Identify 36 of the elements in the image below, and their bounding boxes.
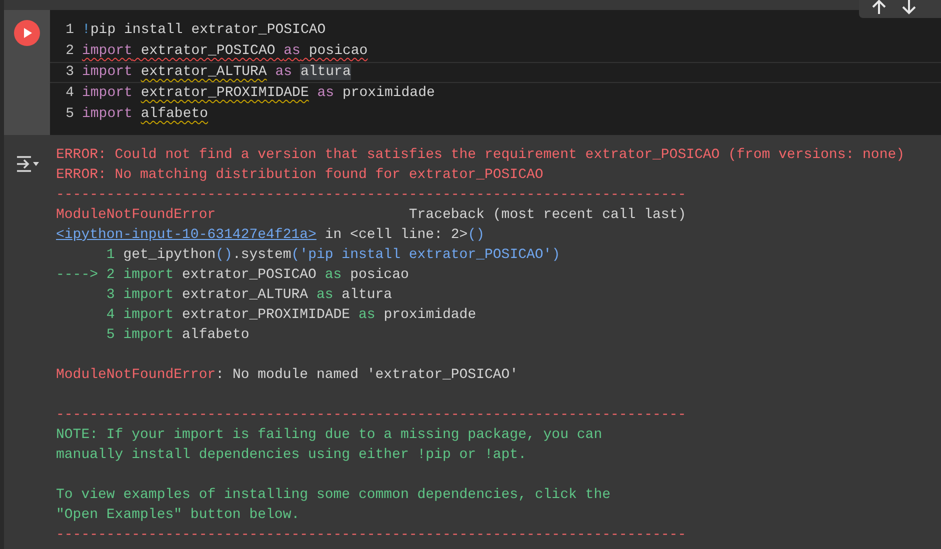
output-line: 1 get_ipython().system('pip install extrator_POSICAO') <box>105 247 560 263</box>
line-number: 2 <box>64 42 75 61</box>
line-number: 3 <box>64 63 75 82</box>
move-down-button[interactable] <box>901 0 917 15</box>
output-line: 5 import alfabeto <box>105 327 250 343</box>
output-menu-icon[interactable] <box>16 155 40 174</box>
code-line: !pip install extrator_POSICAO <box>82 22 326 38</box>
code-line: import extrator_PROXIMIDADE as proximidade <box>82 85 435 101</box>
code-line: import extrator_ALTURA as altura <box>82 64 351 80</box>
output-line: ERROR: No matching distribution found for extrator_POSICAO <box>56 167 544 183</box>
output-line: "Open Examples" button below. <box>56 507 300 523</box>
line-number: 1 <box>64 21 75 40</box>
output-line: manually install dependencies using either !pip or !apt. <box>56 447 526 463</box>
output-text: () <box>468 227 484 243</box>
down-arrow-icon <box>901 0 917 15</box>
move-up-button[interactable] <box>871 0 887 15</box>
code-line: import extrator_POSICAO as posicao <box>82 43 368 59</box>
output-line: To view examples of installing some common dependencies, click the <box>56 487 610 503</box>
up-arrow-icon <box>871 0 887 15</box>
output-line: 3 import extrator_ALTURA as altura <box>105 287 392 303</box>
output-line: --------------------------------------------------------------------------- <box>56 527 686 543</box>
run-button[interactable] <box>14 20 40 46</box>
output-line: 4 import extrator_PROXIMIDADE as proximidade <box>105 307 476 323</box>
traceback-link[interactable]: <ipython-input-10-631427e4f21a> <box>56 227 316 243</box>
output-line: ModuleNotFoundError Traceback (most recent call last) <box>56 207 686 223</box>
line-number: 5 <box>64 105 75 124</box>
output-text: in <cell line: 2> <box>324 227 468 243</box>
output-line: ----> 2 import extrator_POSICAO as posicao <box>56 267 409 283</box>
output-line: ModuleNotFoundError: No module named 'extrator_POSICAO' <box>56 367 518 383</box>
line-number: 4 <box>64 84 75 103</box>
output-line: NOTE: If your import is failing due to a missing package, you can <box>56 427 602 443</box>
output-line: ERROR: Could not find a version that satisfies the requirement extrator_POSICAO (from versions: none) <box>56 147 905 163</box>
play-icon <box>21 27 33 39</box>
output-line: --------------------------------------------------------------------------- <box>56 407 686 423</box>
output-line: --------------------------------------------------------------------------- <box>56 187 686 203</box>
code-line: import alfabeto <box>82 106 208 122</box>
